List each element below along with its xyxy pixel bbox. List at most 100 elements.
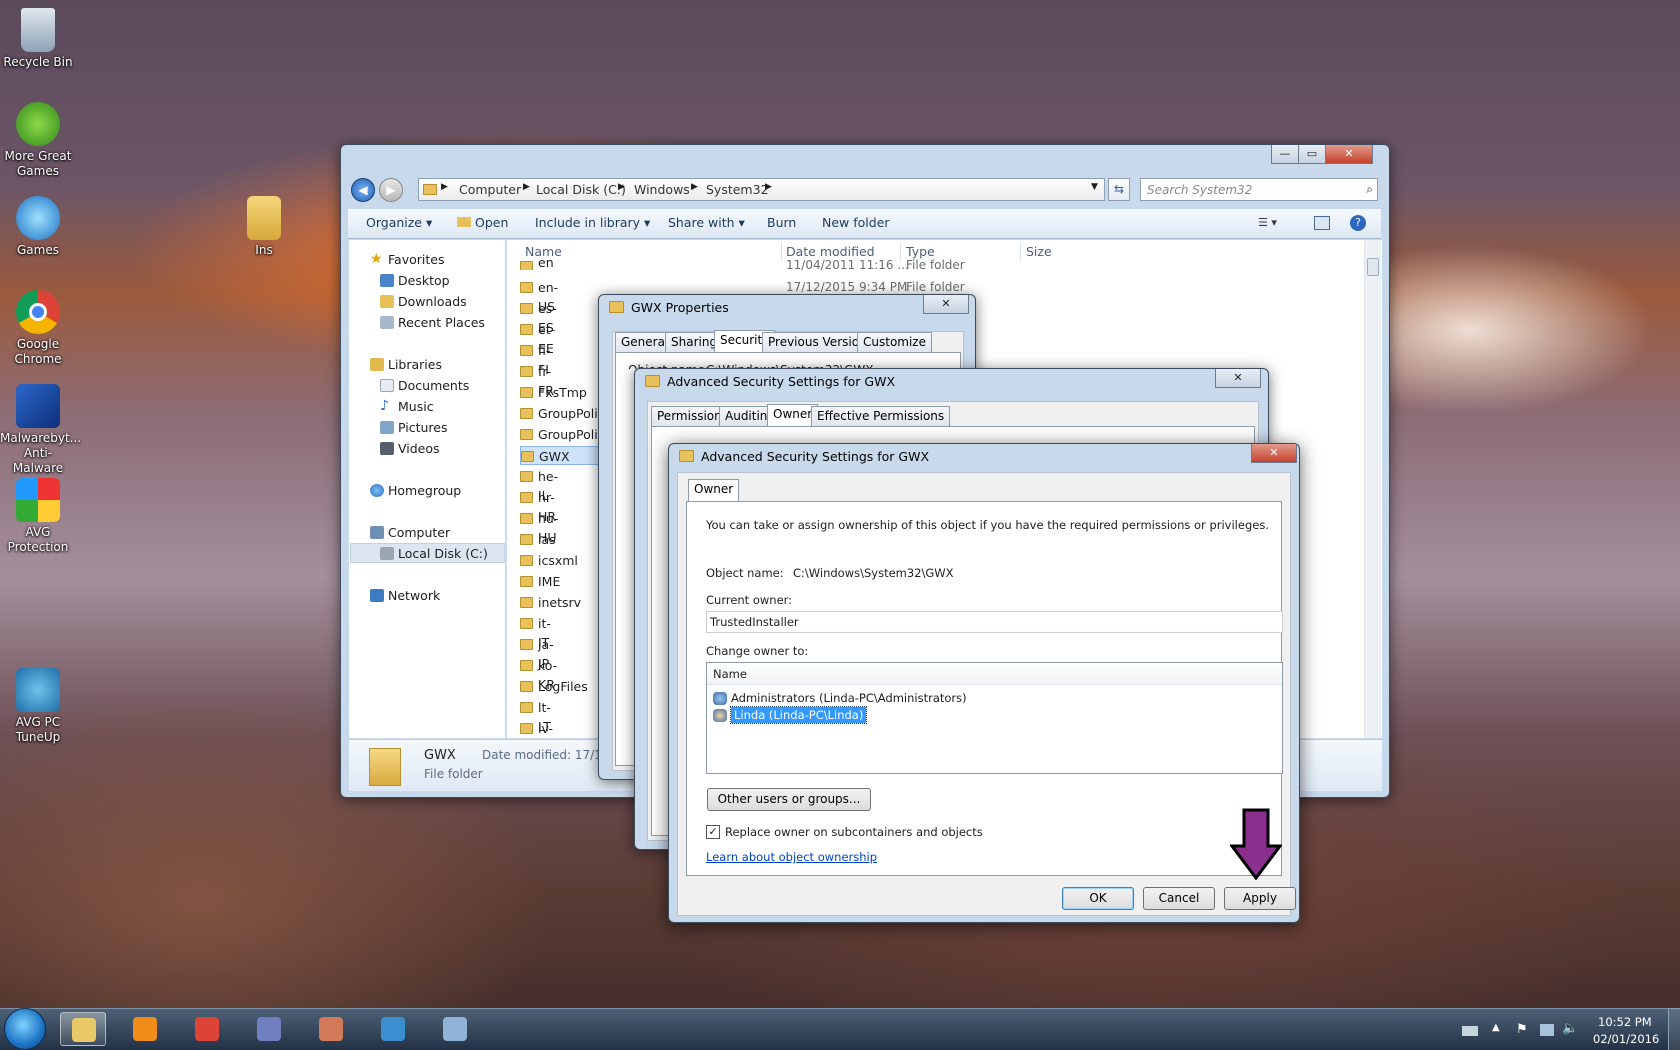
file-row[interactable]: IME	[520, 572, 560, 591]
desktop-icon-games[interactable]: Games	[0, 196, 76, 258]
other-users-button[interactable]: Other users or groups...	[707, 788, 871, 811]
nav-network[interactable]: Network	[370, 586, 440, 605]
paint-taskbar-icon[interactable]	[432, 1012, 478, 1046]
file-row[interactable]: lt-LT	[520, 698, 551, 734]
file-row[interactable]: lv-LV	[520, 719, 553, 755]
close-button[interactable]: ✕	[1325, 145, 1373, 164]
file-row[interactable]: ja-JP	[520, 635, 554, 671]
breadcrumb-system32[interactable]: System32	[706, 182, 769, 197]
address-bar[interactable]: ▶ Computer ▶ Local Disk (C:) ▶ Windows ▶…	[418, 178, 1105, 201]
start-button[interactable]	[4, 1008, 46, 1050]
tab-customize[interactable]: Customize	[857, 332, 932, 352]
burn-button[interactable]: Burn	[767, 212, 796, 234]
column-header-type[interactable]: Type	[906, 244, 935, 259]
desktop-icon-recycle-bin[interactable]: Recycle Bin	[0, 8, 76, 70]
list-item-linda-selected[interactable]: Linda (Linda-PC\Linda)	[713, 706, 868, 724]
game-taskbar-icon[interactable]	[308, 1012, 354, 1046]
replace-owner-checkbox[interactable]: ✓	[706, 825, 720, 839]
tray-volume-icon[interactable]: 🔈	[1562, 1021, 1578, 1036]
nav-music[interactable]: ♪ Music	[380, 397, 434, 416]
apply-button[interactable]: Apply	[1224, 887, 1296, 910]
nav-computer[interactable]: Computer	[370, 523, 450, 542]
maximize-button[interactable]: ▭	[1298, 145, 1326, 164]
nav-desktop[interactable]: Desktop	[380, 271, 450, 290]
view-options-icon[interactable]: ☰ ▾	[1258, 216, 1288, 230]
file-row[interactable]: icsxml	[520, 551, 578, 570]
nav-local-disk[interactable]: Local Disk (C:)	[380, 544, 488, 563]
preview-pane-icon[interactable]	[1314, 216, 1330, 230]
ok-button[interactable]: OK	[1062, 887, 1134, 910]
back-button[interactable]: ◀	[351, 178, 375, 202]
refresh-button[interactable]: ⇆	[1108, 178, 1130, 201]
file-row[interactable]: hr-HR	[520, 488, 556, 524]
file-row[interactable]: inetsrv	[520, 593, 581, 612]
tray-keyboard-icon[interactable]	[1462, 1026, 1478, 1036]
nav-pictures[interactable]: Pictures	[380, 418, 448, 437]
tray-flag-icon[interactable]: ⚑	[1516, 1022, 1528, 1037]
minimize-button[interactable]: —	[1271, 145, 1299, 164]
close-button[interactable]: ✕	[1251, 444, 1297, 463]
nav-homegroup[interactable]: Homegroup	[370, 481, 461, 500]
desktop-icon-avg-protection[interactable]: AVG Protection	[0, 478, 76, 555]
new-folder-button[interactable]: New folder	[822, 212, 890, 234]
spider-solitaire-taskbar-icon[interactable]	[246, 1012, 292, 1046]
file-row[interactable]: ias	[520, 530, 556, 549]
desktop-icon-avg-tuneup[interactable]: AVG PC TuneUp	[0, 668, 76, 745]
list-item-administrators[interactable]: Administrators (Linda-PC\Administrators)	[713, 690, 967, 707]
nav-videos[interactable]: Videos	[380, 439, 440, 458]
tab-effective-permissions[interactable]: Effective Permissions	[811, 406, 951, 426]
nav-favorites[interactable]: ★ Favorites	[370, 250, 444, 269]
show-desktop-button[interactable]	[1668, 1008, 1680, 1050]
search-input[interactable]: Search System32 ⌕	[1140, 178, 1378, 201]
nav-libraries[interactable]: Libraries	[370, 355, 442, 374]
column-header-date[interactable]: Date modified	[786, 244, 875, 259]
cancel-button[interactable]: Cancel	[1143, 887, 1215, 910]
close-button[interactable]: ✕	[1215, 369, 1261, 388]
clock-date[interactable]: 02/01/2016	[1593, 1032, 1659, 1046]
open-button[interactable]: Open	[457, 212, 508, 234]
nav-documents[interactable]: Documents	[380, 376, 469, 395]
file-row[interactable]: GroupPoli	[520, 425, 598, 444]
file-row[interactable]: fi-FI	[520, 341, 550, 377]
tuneup-taskbar-icon[interactable]	[370, 1012, 416, 1046]
file-row[interactable]: et-EE	[520, 320, 555, 356]
scrollbar-thumb[interactable]	[1367, 258, 1379, 276]
desktop-icon-ins[interactable]: Ins	[226, 196, 302, 258]
chevron-down-icon[interactable]: ▼	[1091, 182, 1098, 192]
learn-ownership-link[interactable]: Learn about object ownership	[706, 850, 877, 864]
share-with-menu[interactable]: Share with ▾	[668, 212, 745, 234]
file-row[interactable]: it-IT	[520, 614, 551, 650]
file-row[interactable]: en-US	[520, 278, 558, 314]
desktop-icon-chrome[interactable]: Google Chrome	[0, 290, 76, 367]
desktop-icon-more-games[interactable]: More Great Games	[0, 102, 76, 179]
desktop-icon-malwarebytes[interactable]: Malwarebyt... Anti-Malware	[0, 384, 81, 476]
file-row[interactable]: ko-KR	[520, 656, 557, 692]
tray-show-hidden-icon[interactable]: ▲	[1492, 1022, 1500, 1033]
breadcrumb-windows[interactable]: Windows	[634, 182, 690, 197]
breadcrumb-local-disk[interactable]: Local Disk (C:)	[536, 182, 626, 197]
tray-network-icon[interactable]	[1540, 1024, 1554, 1036]
media-player-taskbar-icon[interactable]	[122, 1012, 168, 1046]
file-row[interactable]: GWX	[520, 446, 600, 465]
file-row[interactable]: FxsTmp	[520, 383, 587, 402]
include-in-library-menu[interactable]: Include in library ▾	[535, 212, 650, 234]
breadcrumb-computer[interactable]: Computer	[459, 182, 521, 197]
explorer-taskbar-icon[interactable]	[60, 1012, 106, 1046]
nav-recent-places[interactable]: Recent Places	[380, 313, 485, 332]
close-button[interactable]: ✕	[923, 295, 969, 314]
tab-owner[interactable]: Owner	[688, 479, 740, 501]
file-row[interactable]: fr-FR	[520, 362, 554, 398]
help-icon[interactable]: ?	[1350, 215, 1366, 231]
file-row[interactable]: LogFiles	[520, 677, 588, 696]
column-header-size[interactable]: Size	[1026, 244, 1052, 259]
owner-list[interactable]: Name Administrators (Linda-PC\Administra…	[706, 662, 1283, 774]
clock-time[interactable]: 10:52 PM	[1598, 1015, 1652, 1029]
file-row[interactable]: hu-HU	[520, 509, 558, 545]
chrome-taskbar-icon[interactable]	[184, 1012, 230, 1046]
file-row[interactable]: en	[520, 257, 554, 270]
organize-menu[interactable]: Organize ▾	[366, 212, 432, 234]
file-row[interactable]: GroupPoli	[520, 404, 598, 423]
file-row[interactable]: he-IL	[520, 467, 558, 503]
nav-downloads[interactable]: Downloads	[380, 292, 467, 311]
file-row[interactable]: es-ES	[520, 299, 557, 335]
